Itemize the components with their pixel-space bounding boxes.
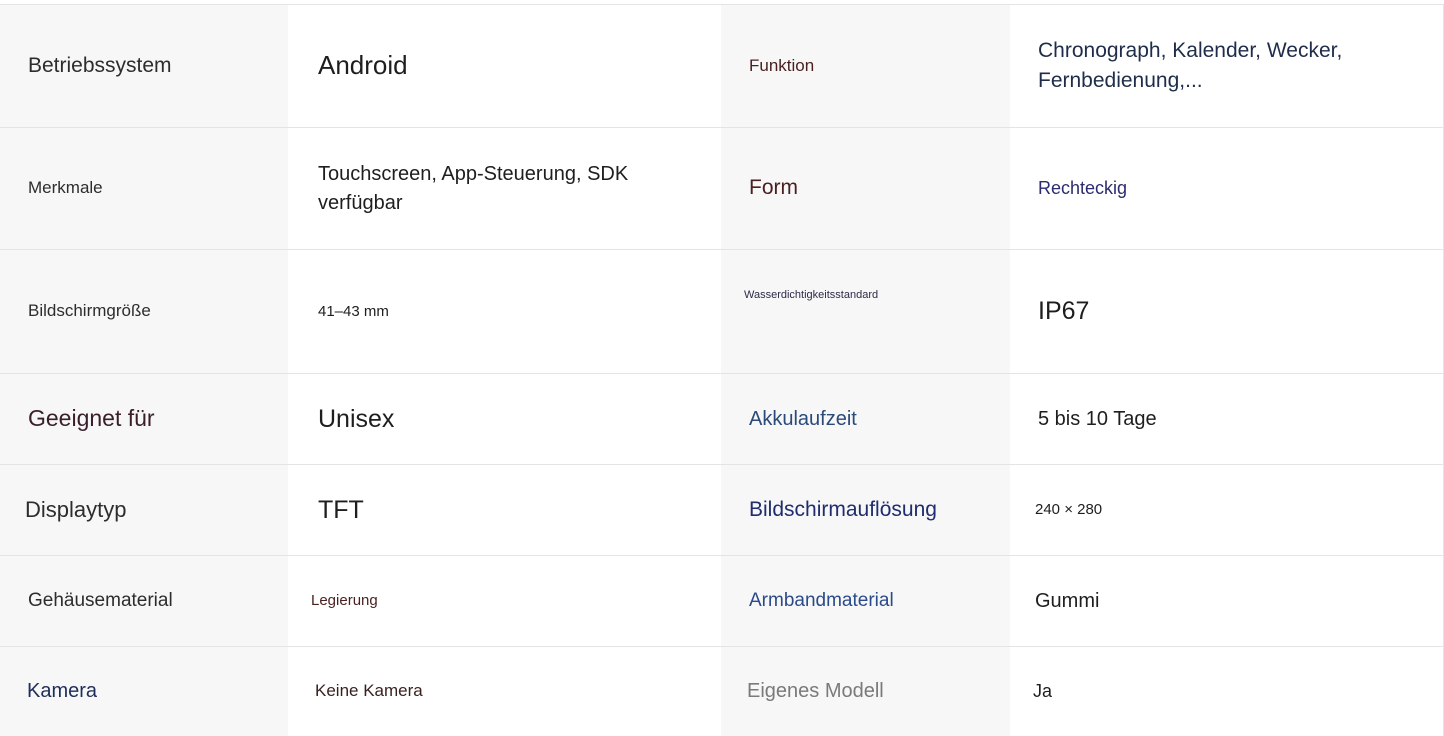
spec-label: Funktion <box>749 55 815 75</box>
spec-value-cell: 240 × 280 <box>1010 465 1443 555</box>
spec-label-cell: Displaytyp <box>0 465 288 555</box>
spec-value: 41–43 mm <box>318 302 389 320</box>
spec-row: Kamera Keine Kamera Eigenes Modell Ja <box>0 647 1443 736</box>
spec-label-cell: Merkmale <box>0 128 288 249</box>
spec-value-cell: 41–43 mm <box>288 250 721 373</box>
spec-value: Touchscreen, App-Steuerung, SDK verfügba… <box>318 162 629 214</box>
spec-value: Ja <box>1033 681 1053 702</box>
spec-label: Gehäusematerial <box>28 590 173 612</box>
spec-label: Akkulaufzeit <box>749 407 857 430</box>
spec-label-cell: Armbandmaterial <box>721 556 1010 646</box>
spec-value-cell: Keine Kamera <box>288 647 721 736</box>
spec-label-cell: Akkulaufzeit <box>721 374 1010 464</box>
spec-label: Betriebssystem <box>28 53 172 77</box>
spec-label: Bildschirmgröße <box>28 301 151 321</box>
spec-value-cell: Unisex <box>288 374 721 464</box>
spec-row: Bildschirmgröße 41–43 mm Wasserdichtigke… <box>0 250 1443 374</box>
spec-label: Kamera <box>27 680 98 702</box>
spec-value: Unisex <box>318 404 395 433</box>
spec-value: Legierung <box>311 592 378 610</box>
spec-value: 5 bis 10 Tage <box>1038 407 1157 430</box>
spec-label-cell: Bildschirmauflösung <box>721 465 1010 555</box>
spec-value: TFT <box>318 495 364 524</box>
spec-value: Keine Kamera <box>315 681 423 701</box>
spec-label: Eigenes Modell <box>747 680 884 702</box>
spec-row: Merkmale Touchscreen, App-Steuerung, SDK… <box>0 128 1443 250</box>
spec-value-cell: IP67 <box>1010 250 1443 373</box>
spec-label: Bildschirmauflösung <box>749 497 937 521</box>
spec-label-cell: Form <box>721 128 1010 249</box>
spec-value-cell: TFT <box>288 465 721 555</box>
spec-label: Geeignet für <box>28 405 155 432</box>
spec-label-cell: Gehäusematerial <box>0 556 288 646</box>
spec-label: Merkmale <box>28 178 103 198</box>
spec-label-cell: Geeignet für <box>0 374 288 464</box>
spec-value-cell: Touchscreen, App-Steuerung, SDK verfügba… <box>288 128 721 249</box>
spec-label-cell: Kamera <box>0 647 288 736</box>
spec-label-cell: Eigenes Modell <box>721 647 1010 736</box>
spec-value-cell: 5 bis 10 Tage <box>1010 374 1443 464</box>
spec-label: Wasserdichtigkeitsstandard <box>744 289 879 301</box>
spec-value-cell: Chronograph, Kalender, Wecker, Fernbedie… <box>1010 5 1443 127</box>
spec-value: Rechteckig <box>1038 178 1128 199</box>
spec-label-cell: Wasserdichtigkeitsstandard <box>721 250 1010 373</box>
spec-value-cell: Ja <box>1010 647 1443 736</box>
spec-value: 240 × 280 <box>1035 501 1103 519</box>
spec-label: Form <box>749 176 798 200</box>
spec-value: Gummi <box>1035 589 1100 612</box>
spec-label-cell: Bildschirmgröße <box>0 250 288 373</box>
spec-value-cell: Rechteckig <box>1010 128 1443 249</box>
spec-label: Armbandmaterial <box>749 590 894 612</box>
spec-row: Gehäusematerial Legierung Armbandmateria… <box>0 556 1443 647</box>
spec-value: Chronograph, Kalender, Wecker, Fernbedie… <box>1038 38 1343 92</box>
spec-table: Betriebssystem Android Funktion Chronogr… <box>0 4 1444 736</box>
spec-label-cell: Betriebssystem <box>0 5 288 127</box>
spec-value-cell: Gummi <box>1010 556 1443 646</box>
spec-value-cell: Android <box>288 5 721 127</box>
spec-row: Displaytyp TFT Bildschirmauflösung 240 ×… <box>0 465 1443 556</box>
spec-label: Displaytyp <box>25 497 127 523</box>
spec-value: Android <box>318 50 408 81</box>
spec-label-cell: Funktion <box>721 5 1010 127</box>
spec-value-cell: Legierung <box>288 556 721 646</box>
spec-value: IP67 <box>1038 297 1090 326</box>
spec-row: Geeignet für Unisex Akkulaufzeit 5 bis 1… <box>0 374 1443 465</box>
spec-row: Betriebssystem Android Funktion Chronogr… <box>0 5 1443 128</box>
